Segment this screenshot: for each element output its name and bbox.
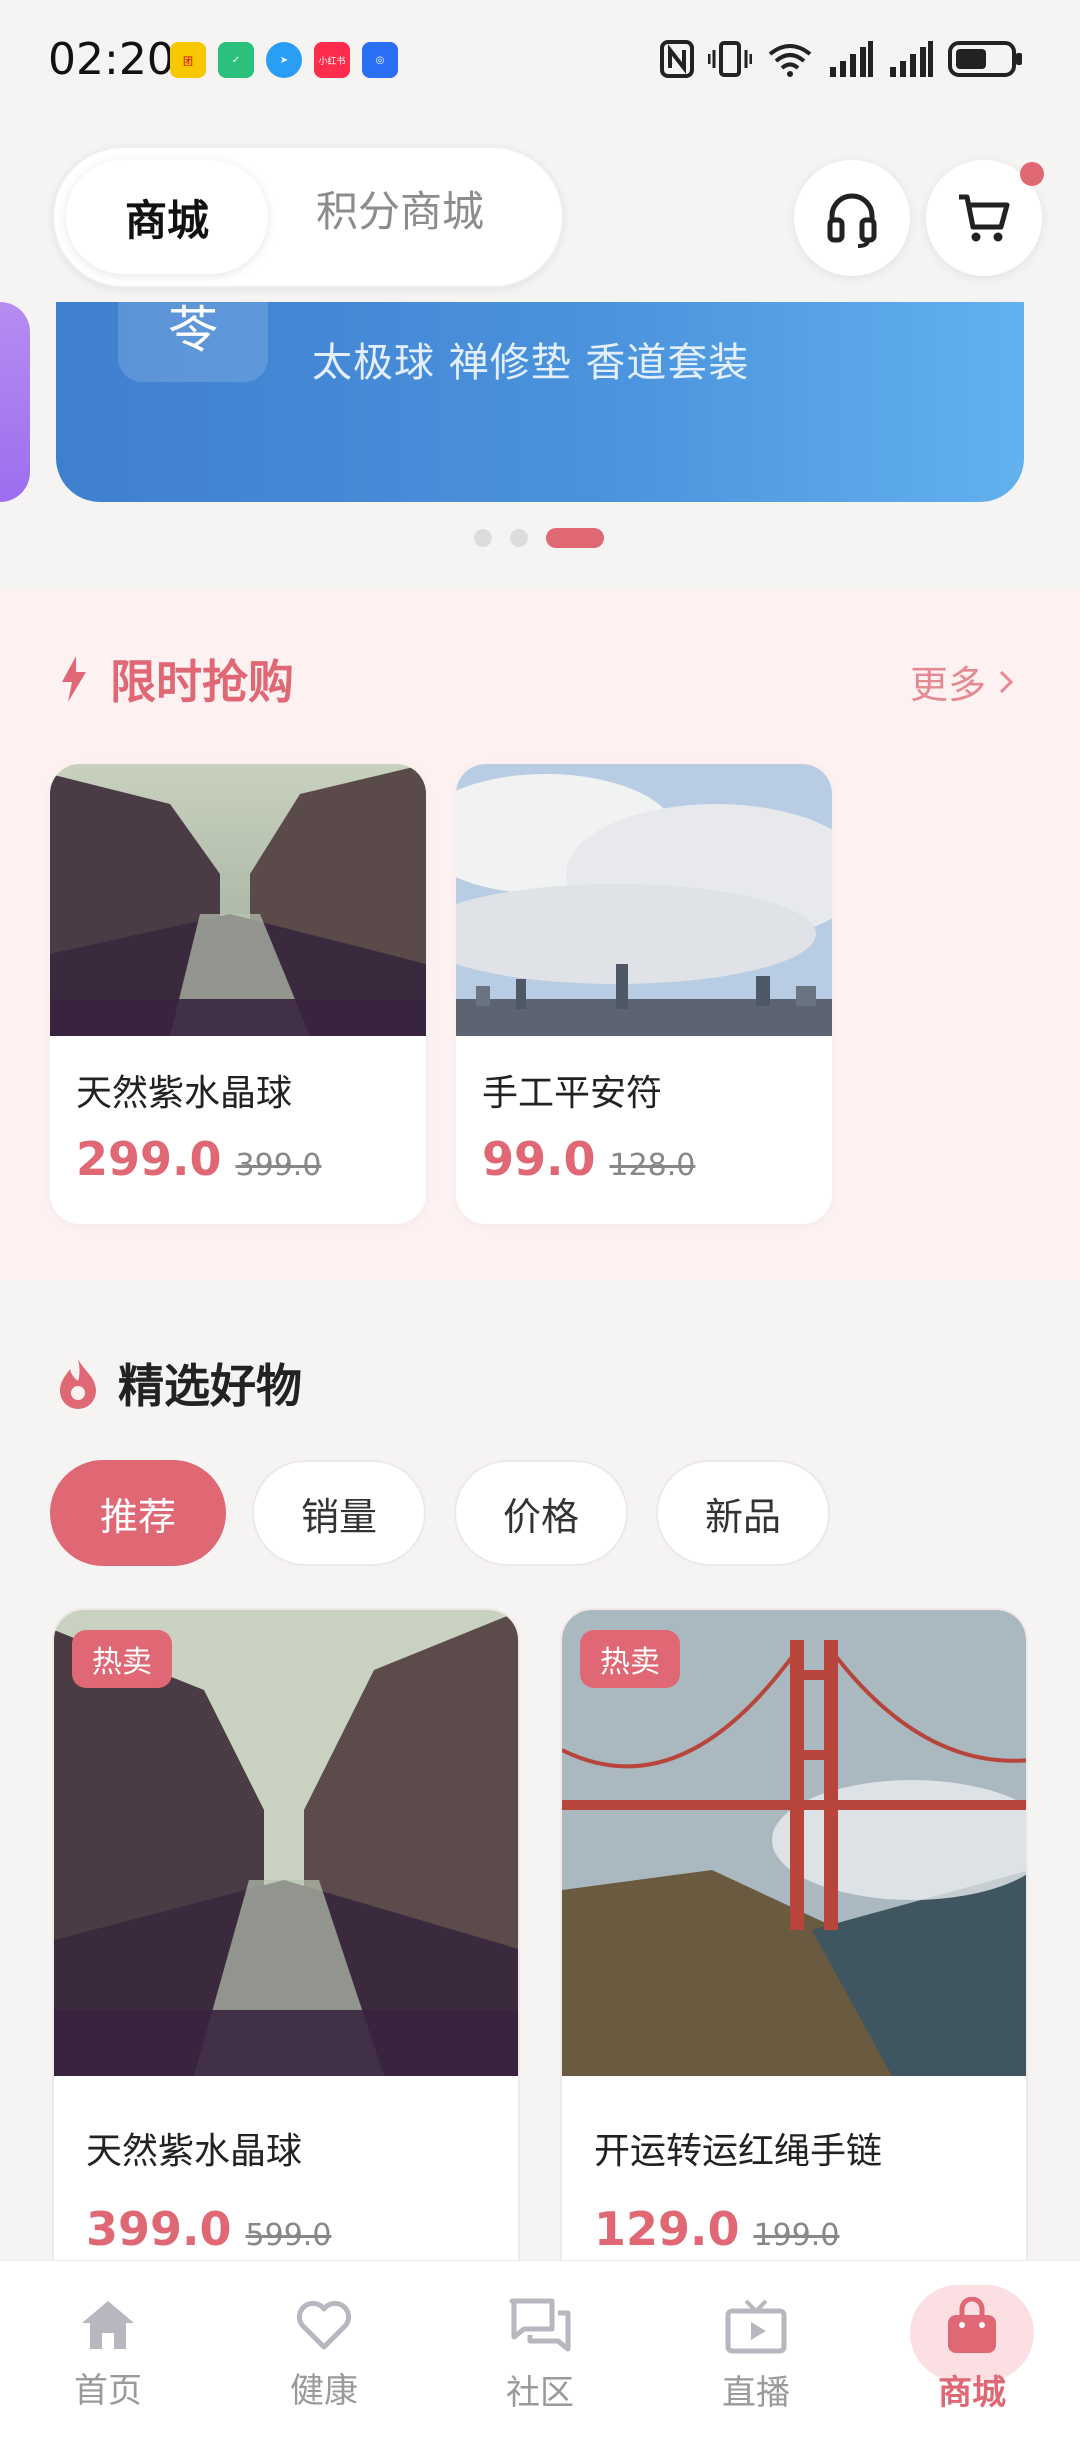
banner-subtitle: 太极球 禅修垫 香道套装 [312, 340, 750, 386]
nav-item-community[interactable]: 社区 [470, 2297, 610, 2414]
nfc-icon [660, 40, 694, 78]
status-time: 02:20 [48, 34, 175, 85]
app-icon-1: 团 [170, 42, 206, 78]
notification-icons: 团 ✓ ➤ 小红书 ◎ [170, 42, 398, 78]
product-name: 开运转运红绳手链 [594, 2131, 883, 2172]
flash-sale-card[interactable]: 天然紫水晶球 299.0 399.0 [50, 764, 426, 1224]
heart-icon [296, 2300, 352, 2350]
selected-goods-title: 精选好物 [118, 1359, 302, 1413]
current-price: 99.0 [482, 1132, 596, 1186]
app-icon-2: ✓ [218, 42, 254, 78]
nav-label: 直播 [722, 2373, 790, 2413]
app-icon-5: ◎ [362, 42, 398, 78]
app-icon-4: 小红书 [314, 42, 350, 78]
customer-service-button[interactable] [794, 160, 910, 276]
product-name: 手工平安符 [482, 1073, 663, 1114]
headset-icon [827, 193, 877, 248]
pagination-dot[interactable] [474, 529, 492, 547]
tab-points-mall[interactable]: 积分商城 [316, 178, 484, 239]
product-name: 天然紫水晶球 [86, 2131, 303, 2172]
hot-badge: 热卖 [580, 1630, 680, 1688]
banner-pagination [474, 528, 604, 548]
system-icons [660, 40, 1024, 78]
tab-mall[interactable]: 商城 [66, 160, 268, 274]
battery-icon [948, 41, 1022, 77]
tv-icon [725, 2299, 787, 2354]
bottom-navigation: 首页 健康 社区 直播 商城 [0, 2260, 1080, 2440]
original-price: 399.0 [235, 1148, 322, 1183]
price-row: 99.0 128.0 [482, 1132, 695, 1186]
chat-icon [509, 2298, 571, 2352]
pagination-dot[interactable] [510, 529, 528, 547]
more-link[interactable]: 更多 [910, 654, 1014, 709]
mall-tab-switcher: 商城 积分商城 [52, 146, 564, 288]
filter-chip-price[interactable]: 价格 [454, 1460, 628, 1566]
nav-label: 健康 [290, 2371, 358, 2411]
product-image [456, 764, 832, 1036]
wifi-icon [768, 44, 812, 77]
flash-sale-title: 限时抢购 [110, 655, 294, 709]
home-icon [82, 2301, 134, 2349]
price-row: 299.0 399.0 [76, 1132, 321, 1186]
filter-chip-recommend[interactable]: 推荐 [50, 1460, 226, 1566]
signal-icon-2 [890, 41, 933, 77]
flame-icon [60, 1359, 96, 1409]
cart-button[interactable] [926, 160, 1044, 276]
product-image [50, 764, 426, 1036]
original-price: 599.0 [245, 2218, 332, 2253]
nav-item-live[interactable]: 直播 [686, 2297, 826, 2414]
selected-goods-header: 精选好物 [56, 1350, 302, 1416]
original-price: 199.0 [753, 2218, 840, 2253]
shopping-bag-icon [948, 2297, 996, 2353]
nav-label: 社区 [506, 2373, 574, 2413]
app-icon-3: ➤ [266, 42, 302, 78]
cart-icon [959, 194, 1010, 242]
price-row: 129.0 199.0 [594, 2202, 839, 2256]
pagination-dot-active[interactable] [546, 528, 604, 548]
vibrate-icon [708, 41, 752, 77]
filter-chip-new[interactable]: 新品 [656, 1460, 830, 1566]
nav-label: 商城 [938, 2373, 1006, 2413]
nav-item-health[interactable]: 健康 [254, 2297, 394, 2412]
filter-chip-sales[interactable]: 销量 [252, 1460, 426, 1566]
flash-sale-header: 限时抢购 [56, 646, 294, 712]
product-card[interactable]: 热卖 开运转运红绳手链 129.0 199.0 [560, 1608, 1028, 2328]
signal-icon-1 [830, 41, 873, 77]
more-label: 更多 [909, 663, 986, 707]
promo-banner[interactable]: 苓 太极球 禅修垫 香道套装 [56, 302, 1024, 502]
banner-prev-peek[interactable] [0, 302, 30, 502]
price-row: 399.0 599.0 [86, 2202, 331, 2256]
chevron-right-icon [999, 670, 1014, 693]
nav-item-mall[interactable]: 商城 [902, 2297, 1042, 2414]
nav-item-home[interactable]: 首页 [38, 2297, 178, 2412]
hot-badge: 热卖 [72, 1630, 172, 1688]
flash-sale-card[interactable]: 手工平安符 99.0 128.0 [456, 764, 832, 1224]
nav-label: 首页 [74, 2371, 142, 2411]
product-card[interactable]: 热卖 天然紫水晶球 399.0 599.0 [52, 1608, 520, 2328]
cart-notification-dot [1020, 162, 1044, 186]
original-price: 128.0 [609, 1148, 696, 1183]
product-name: 天然紫水晶球 [76, 1073, 293, 1114]
current-price: 129.0 [594, 2202, 740, 2256]
lightning-icon [62, 656, 86, 702]
banner-icon: 苓 [118, 302, 268, 382]
flash-sale-section: 限时抢购 更多 天然紫水晶球 299.0 399.0 手工平安符 99.0 12… [0, 590, 1080, 1280]
status-bar: 02:20 团 ✓ ➤ 小红书 ◎ [0, 0, 1080, 120]
current-price: 399.0 [86, 2202, 232, 2256]
current-price: 299.0 [76, 1132, 222, 1186]
